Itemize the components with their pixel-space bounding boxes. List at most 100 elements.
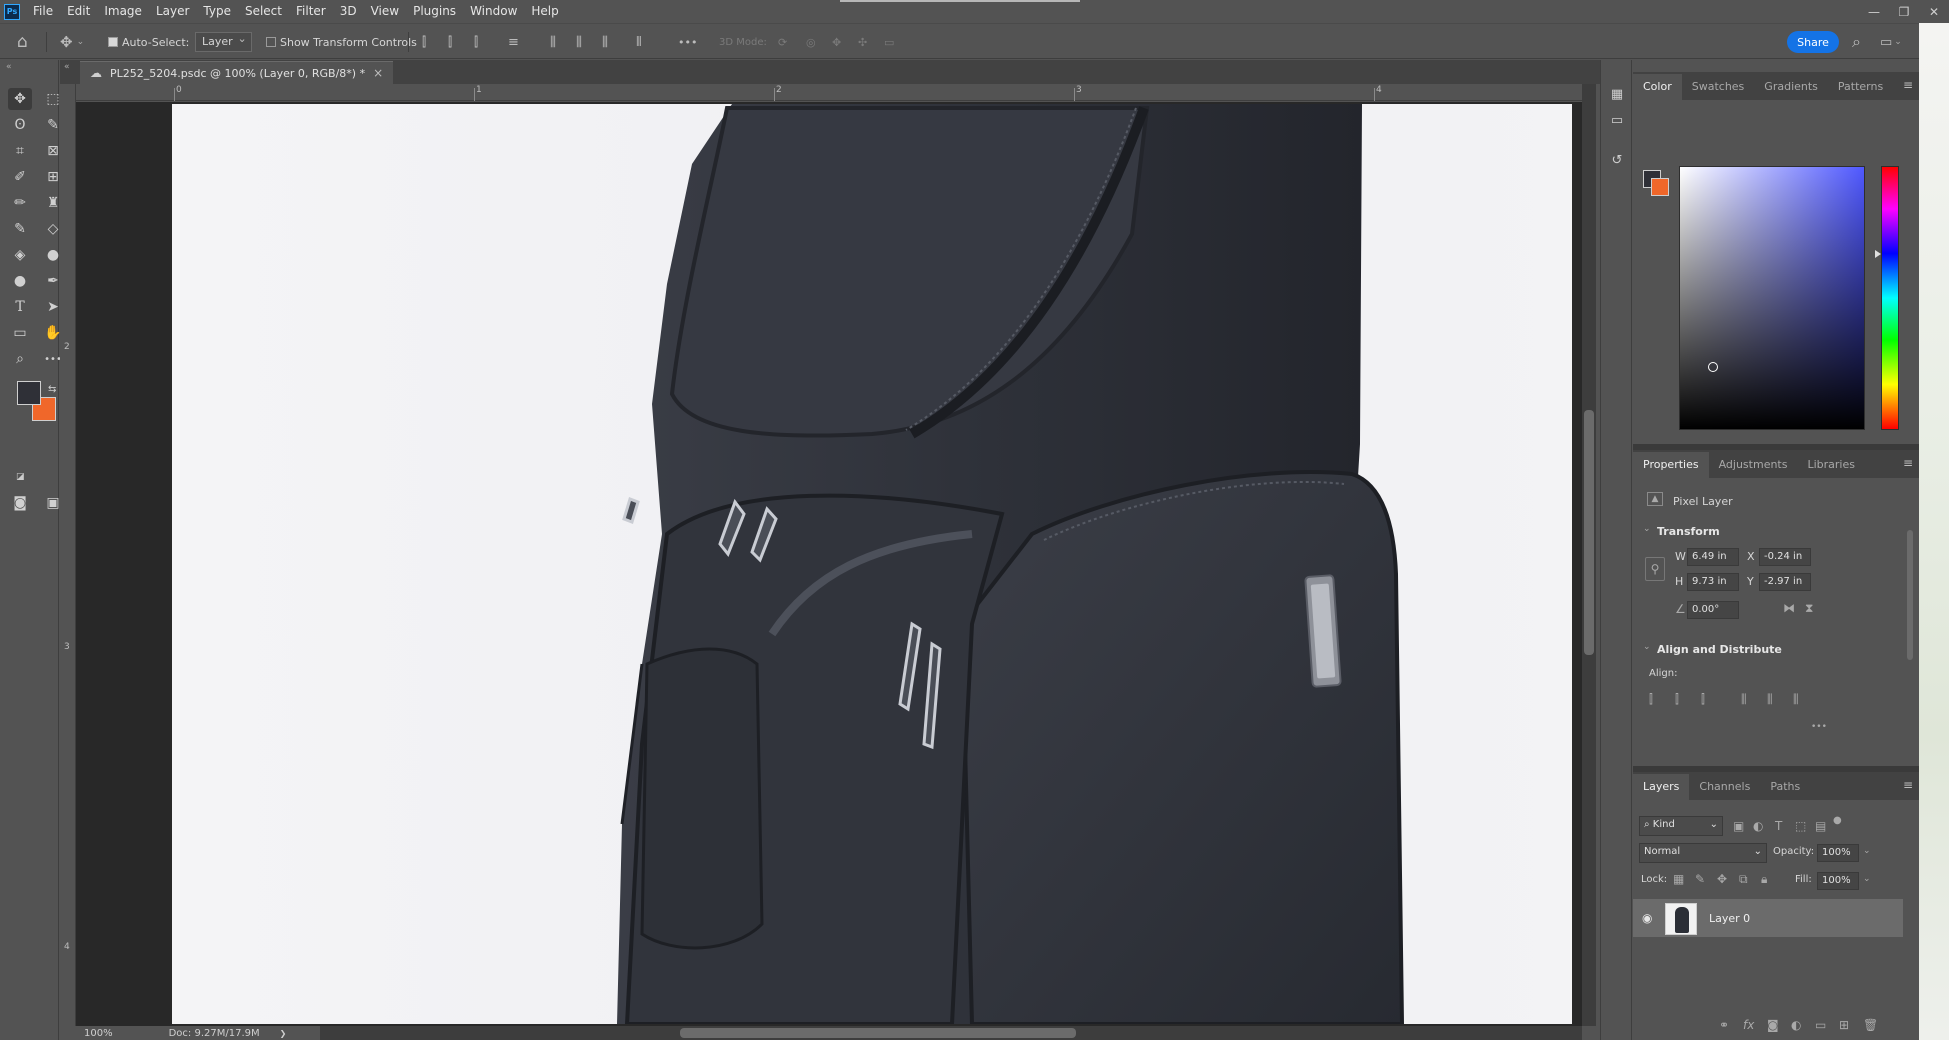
flip-vertical-icon[interactable]: ⧗ (1805, 601, 1813, 616)
swap-colors-icon[interactable]: ⇆ (48, 384, 56, 395)
auto-select-checkbox[interactable]: Auto-Select: (108, 24, 189, 60)
lock-all-icon[interactable]: 🔒︎ (1761, 872, 1767, 887)
home-icon[interactable]: ⌂ (17, 24, 28, 60)
lasso-tool-icon[interactable]: ʘ (8, 114, 32, 136)
foreground-color-swatch[interactable] (17, 381, 41, 405)
align-top-icon[interactable]: ⫼ (550, 24, 556, 60)
close-icon[interactable]: ✕ (1919, 0, 1949, 23)
properties-panel-menu-icon[interactable]: ≡ (1903, 456, 1913, 470)
filter-smart-object-icon[interactable]: ▤ (1815, 819, 1826, 833)
collapse-panels-icon[interactable]: « (64, 62, 70, 72)
type-tool-icon[interactable]: T (8, 296, 32, 318)
glyphs-icon[interactable]: ▦ (1607, 84, 1627, 104)
move-tool-preset-icon[interactable]: ✥ ⌄ (60, 24, 84, 60)
move-tool-icon[interactable]: ✥ (8, 88, 32, 110)
more-options-button[interactable]: ••• (678, 24, 697, 60)
panel-align-left-icon[interactable]: ⫿ (1649, 692, 1653, 707)
panel-align-top-icon[interactable]: ⫼ (1741, 692, 1747, 707)
panel-align-middle-icon[interactable]: ⫼ (1767, 692, 1773, 707)
menu-layer[interactable]: Layer (149, 0, 196, 23)
close-document-icon[interactable]: × (373, 66, 383, 80)
layer-name[interactable]: Layer 0 (1709, 912, 1750, 925)
height-field[interactable]: 9.73 in (1687, 573, 1739, 591)
lock-artboard-icon[interactable]: ⧉ (1739, 872, 1748, 887)
document-canvas[interactable] (172, 104, 1572, 1024)
panel-align-center-icon[interactable]: ⫿ (1675, 692, 1679, 707)
layer-visibility-eye-icon[interactable]: ◉ (1642, 911, 1652, 925)
zoom-level[interactable]: 100% (84, 1028, 113, 1039)
width-field[interactable]: 6.49 in (1687, 548, 1739, 566)
more-align-options-icon[interactable]: ••• (1811, 722, 1827, 732)
search-icon[interactable]: ⌕ (1852, 24, 1861, 60)
blend-mode-dropdown[interactable]: Normal ⌄ (1639, 843, 1767, 863)
default-colors-icon[interactable]: ◪ (16, 472, 25, 482)
tab-color[interactable]: Color (1633, 74, 1682, 100)
flip-horizontal-icon[interactable]: ⧓ (1783, 601, 1795, 615)
distribute-vertical-icon[interactable]: ≡ (508, 24, 519, 60)
tab-swatches[interactable]: Swatches (1682, 74, 1755, 100)
opacity-field[interactable]: 100% (1817, 844, 1859, 862)
distribute-horizontal-icon[interactable]: ⦀ (636, 24, 642, 60)
fill-field[interactable]: 100% (1817, 872, 1859, 890)
menu-image[interactable]: Image (97, 0, 149, 23)
document-tab[interactable]: ☁ PL252_5204.psdc @ 100% (Layer 0, RGB/8… (80, 61, 394, 84)
crop-tool-icon[interactable]: ⌗ (8, 140, 32, 162)
share-button[interactable]: Share (1787, 31, 1839, 53)
workspace-icon[interactable]: ▭ ⌄ (1880, 24, 1902, 60)
status-menu-icon[interactable]: ❯ (280, 1029, 287, 1038)
color-panel-menu-icon[interactable]: ≡ (1903, 78, 1913, 92)
delete-layer-icon[interactable]: 🗑︎ (1863, 1018, 1878, 1032)
fill-dropdown-icon[interactable]: ⌄ (1863, 874, 1871, 884)
auto-select-target-dropdown[interactable]: Layer (195, 24, 252, 60)
panel-align-right-icon[interactable]: ⫿ (1701, 692, 1705, 707)
hue-slider[interactable] (1881, 166, 1899, 430)
align-center-icon[interactable]: ⫿ (448, 24, 452, 60)
menu-view[interactable]: View (364, 0, 406, 23)
x-field[interactable]: -0.24 in (1759, 548, 1811, 566)
y-field[interactable]: -2.97 in (1759, 573, 1811, 591)
layers-panel-menu-icon[interactable]: ≡ (1903, 778, 1913, 792)
restore-icon[interactable]: ❐ (1889, 0, 1919, 23)
tab-layers[interactable]: Layers (1633, 774, 1690, 800)
align-left-icon[interactable]: ⫿ (422, 24, 426, 60)
tab-adjustments[interactable]: Adjustments (1709, 452, 1798, 478)
align-bottom-icon[interactable]: ⫼ (602, 24, 608, 60)
properties-scrollbar[interactable] (1907, 530, 1913, 660)
hue-slider-handle[interactable] (1875, 250, 1881, 258)
comments-icon[interactable]: ▭ (1607, 110, 1627, 130)
show-transform-controls-checkbox[interactable]: Show Transform Controls (266, 24, 417, 60)
new-layer-icon[interactable]: ⊞ (1839, 1018, 1849, 1032)
align-middle-icon[interactable]: ⫼ (576, 24, 582, 60)
link-dimensions-icon[interactable]: ⚲ (1645, 557, 1665, 581)
lock-position-icon[interactable]: ✥ (1717, 872, 1727, 886)
menu-3d[interactable]: 3D (333, 0, 364, 23)
rectangle-tool-icon[interactable]: ▭ (8, 322, 32, 344)
layer-filter-dropdown[interactable]: ⌕ Kind ⌄ (1639, 816, 1723, 836)
filter-type-icon[interactable]: T (1775, 819, 1782, 833)
minimize-icon[interactable]: — (1859, 0, 1889, 23)
filter-adjustment-icon[interactable]: ◐ (1753, 819, 1763, 833)
history-icon[interactable]: ↺ (1607, 150, 1627, 170)
canvas-area[interactable] (76, 102, 1582, 1026)
tab-properties[interactable]: Properties (1633, 452, 1709, 478)
eyedropper-tool-icon[interactable]: ✐ (8, 166, 32, 188)
horizontal-scroll-thumb[interactable] (680, 1028, 1076, 1038)
dodge-tool-icon[interactable]: ● (8, 270, 32, 292)
menu-file[interactable]: File (26, 0, 60, 23)
tab-libraries[interactable]: Libraries (1797, 452, 1865, 478)
adjustment-layer-icon[interactable]: ◐ (1791, 1018, 1801, 1032)
color-picker-field[interactable] (1679, 166, 1865, 430)
link-layers-icon[interactable]: ⚭ (1719, 1018, 1729, 1032)
filter-shape-icon[interactable]: ⬚ (1795, 819, 1806, 833)
add-mask-icon[interactable]: ◙ (1767, 1018, 1779, 1032)
menu-filter[interactable]: Filter (289, 0, 333, 23)
paint-bucket-tool-icon[interactable]: ◈ (8, 244, 32, 266)
filter-toggle-icon[interactable]: ● (1833, 815, 1842, 826)
tab-patterns[interactable]: Patterns (1828, 74, 1893, 100)
layer-style-icon[interactable]: fx (1743, 1018, 1754, 1032)
menu-type[interactable]: Type (196, 0, 238, 23)
angle-field[interactable]: 0.00° (1687, 601, 1739, 619)
quick-mask-icon[interactable]: ◙ (8, 492, 32, 514)
align-right-icon[interactable]: ⫿ (474, 24, 478, 60)
align-collapse-icon[interactable]: ⌄ (1643, 642, 1651, 652)
